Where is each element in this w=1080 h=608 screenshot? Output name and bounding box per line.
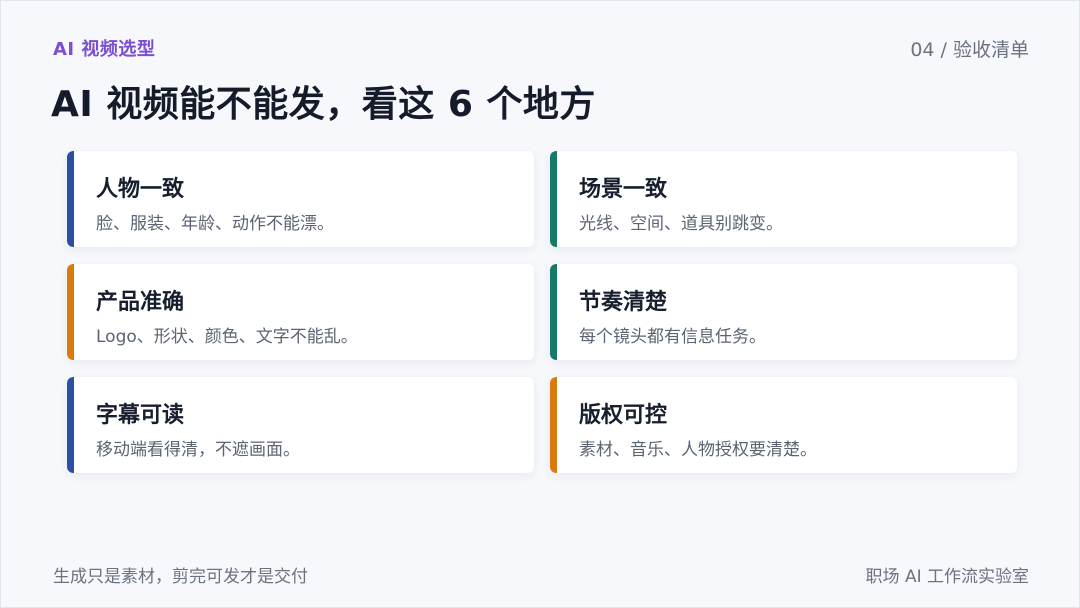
checklist-grid: 人物一致 脸、服装、年龄、动作不能漂。 场景一致 光线、空间、道具别跳变。 产品… <box>67 151 1017 473</box>
checklist-card: 场景一致 光线、空间、道具别跳变。 <box>550 151 1017 247</box>
footer-brand: 职场 AI 工作流实验室 <box>865 567 1029 587</box>
card-description: 脸、服装、年龄、动作不能漂。 <box>96 214 334 234</box>
card-accent-bar <box>67 377 74 473</box>
checklist-card: 人物一致 脸、服装、年龄、动作不能漂。 <box>67 151 534 247</box>
slide: AI 视频选型 04 / 验收清单 AI 视频能不能发，看这 6 个地方 人物一… <box>0 0 1080 608</box>
card-description: 光线、空间、道具别跳变。 <box>579 214 783 234</box>
section-eyebrow: AI 视频选型 <box>53 39 156 60</box>
card-description: Logo、形状、颜色、文字不能乱。 <box>96 327 358 347</box>
card-description: 素材、音乐、人物授权要清楚。 <box>579 440 817 460</box>
card-description: 移动端看得清，不遮画面。 <box>96 440 300 460</box>
card-title: 节奏清楚 <box>579 290 668 315</box>
footer-tagline: 生成只是素材，剪完可发才是交付 <box>53 567 308 587</box>
page-tag: 04 / 验收清单 <box>910 39 1029 61</box>
card-accent-bar <box>550 264 557 360</box>
card-accent-bar <box>550 377 557 473</box>
checklist-card: 节奏清楚 每个镜头都有信息任务。 <box>550 264 1017 360</box>
card-accent-bar <box>67 151 74 247</box>
checklist-card: 版权可控 素材、音乐、人物授权要清楚。 <box>550 377 1017 473</box>
card-description: 每个镜头都有信息任务。 <box>579 327 766 347</box>
card-title: 产品准确 <box>96 290 185 315</box>
card-accent-bar <box>67 264 74 360</box>
checklist-card: 产品准确 Logo、形状、颜色、文字不能乱。 <box>67 264 534 360</box>
checklist-card: 字幕可读 移动端看得清，不遮画面。 <box>67 377 534 473</box>
card-title: 字幕可读 <box>96 403 185 428</box>
card-accent-bar <box>550 151 557 247</box>
card-title: 人物一致 <box>96 177 185 202</box>
card-title: 场景一致 <box>579 177 668 202</box>
card-title: 版权可控 <box>579 403 668 428</box>
page-title: AI 视频能不能发，看这 6 个地方 <box>51 84 596 125</box>
